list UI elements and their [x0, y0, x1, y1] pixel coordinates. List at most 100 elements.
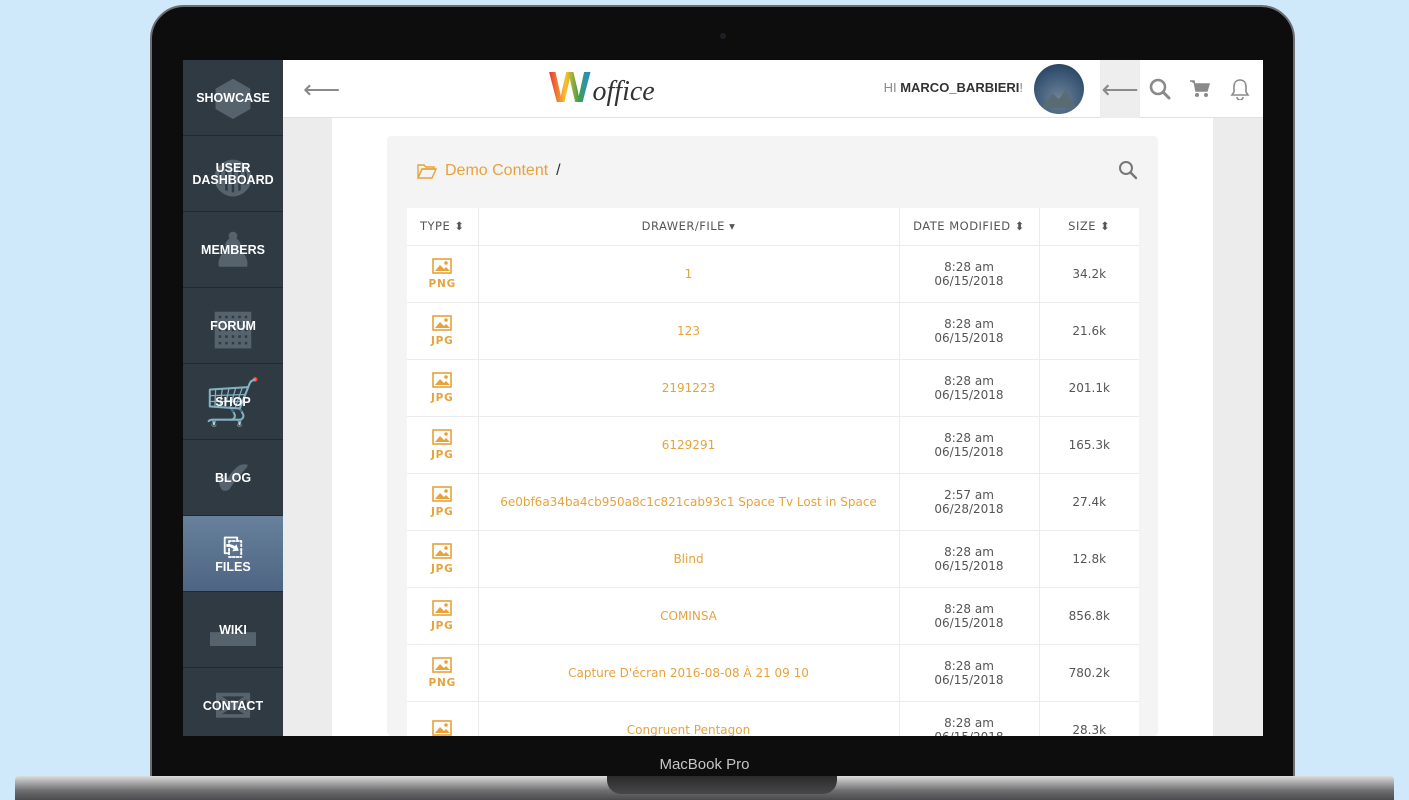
modified-date: 06/15/2018 — [934, 558, 1004, 573]
file-extension: JPG — [430, 505, 454, 518]
sidebar-item-blog[interactable]: ✔ BLOG — [183, 440, 283, 516]
modified-time: 8:28 am — [944, 601, 994, 616]
top-header: ⟵ W office HI MARCO_BARBIERI! ⟵ — [283, 60, 1263, 118]
screen: ⬢ SHOWCASE ◍ USER DASHBOARD ♟ MEMBERS ▦ FORUM 🛒 S… — [183, 60, 1263, 736]
table-row[interactable]: JPG 123 8:28 am 06/15/2018 21.6k — [407, 302, 1139, 360]
column-header-date-modified[interactable]: DATE MODIFIED ⬍ — [899, 208, 1040, 246]
logo-text: office — [592, 76, 655, 107]
cart-icon[interactable] — [1180, 60, 1220, 118]
sidebar-item-members[interactable]: ♟ MEMBERS — [183, 212, 283, 288]
column-header-type[interactable]: TYPE ⬍ — [407, 208, 479, 246]
modified-time: 8:28 am — [944, 316, 994, 331]
date-cell: 8:28 am06/15/2018 — [899, 530, 1040, 588]
type-cell: PNG — [407, 644, 479, 702]
camera-dot — [720, 33, 726, 39]
file-name-link[interactable]: 6e0bf6a34ba4cb950a8c1c821cab93c1 Space T… — [500, 495, 877, 509]
file-name-cell: Blind — [478, 530, 900, 588]
size-cell: 12.8k — [1039, 530, 1139, 588]
file-name-link[interactable]: 1 — [685, 267, 693, 281]
image-file-icon — [407, 314, 478, 335]
sidebar-item-label: FORUM — [210, 318, 256, 333]
type-cell — [407, 701, 479, 737]
column-header-drawer-file[interactable]: DRAWER/FILE ▾ — [478, 208, 900, 246]
file-name-link[interactable]: Congruent Pentagon — [627, 723, 750, 737]
file-extension: JPG — [430, 562, 454, 575]
sidebar-item-shop[interactable]: 🛒 SHOP — [183, 364, 283, 440]
image-file-icon — [407, 656, 478, 677]
greeting-suffix: ! — [1019, 80, 1023, 95]
logo[interactable]: W office — [549, 66, 655, 110]
type-cell: JPG — [407, 416, 479, 474]
table-header-row: TYPE ⬍ DRAWER/FILE ▾ DATE MODIFIED ⬍ SIZ… — [407, 208, 1139, 246]
column-header-size[interactable]: SIZE ⬍ — [1039, 208, 1139, 246]
file-name-link[interactable]: COMINSA — [660, 609, 717, 623]
image-file-icon — [407, 719, 478, 737]
image-file-icon — [407, 371, 478, 392]
modified-date: 06/15/2018 — [934, 444, 1004, 459]
sidebar-item-label: CONTACT — [202, 698, 264, 713]
image-file-icon — [407, 485, 478, 506]
table-row[interactable]: PNG Capture D'écran 2016-08-08 À 21 09 10… — [407, 644, 1139, 702]
file-name-cell: 2191223 — [478, 359, 900, 417]
sidebar-item-files[interactable]: ⎘ FILES — [183, 516, 283, 592]
modified-time: 8:28 am — [944, 544, 994, 559]
file-size: 201.1k — [1068, 380, 1110, 395]
file-size: 34.2k — [1072, 266, 1107, 281]
bell-icon[interactable] — [1220, 60, 1260, 118]
back-arrow-icon[interactable]: ⟵ — [1100, 60, 1140, 118]
breadcrumb-separator: / — [556, 162, 561, 179]
table-row[interactable]: Congruent Pentagon 8:28 am06/15/2018 28.3k — [407, 701, 1139, 736]
sidebar-item-label: MEMBERS — [201, 242, 265, 257]
sidebar-item-wiki[interactable]: ▬ WIKI — [183, 592, 283, 668]
type-cell: JPG — [407, 587, 479, 645]
file-size: 780.2k — [1068, 665, 1110, 680]
file-name-link[interactable]: Capture D'écran 2016-08-08 À 21 09 10 — [568, 666, 809, 680]
files-search-icon[interactable] — [1118, 160, 1138, 186]
modified-date: 06/15/2018 — [900, 730, 1039, 737]
table-row[interactable]: JPG 6e0bf6a34ba4cb950a8c1c821cab93c1 Spac… — [407, 473, 1139, 531]
size-cell: 201.1k — [1039, 359, 1139, 417]
image-file-icon — [407, 599, 478, 620]
file-name-link[interactable]: 6129291 — [662, 438, 715, 452]
sidebar-item-label: WIKI — [219, 622, 247, 637]
sidebar-item-forum[interactable]: ▦ FORUM — [183, 288, 283, 364]
date-cell: 8:28 am06/15/2018 — [899, 416, 1040, 474]
size-cell: 21.6k — [1039, 302, 1139, 360]
table-row[interactable]: JPG Blind 8:28 am 06/15/2018 12.8k — [407, 530, 1139, 588]
image-file-icon — [407, 257, 478, 278]
breadcrumb-folder[interactable]: Demo Content — [445, 162, 548, 180]
sidebar-item-showcase[interactable]: ⬢ SHOWCASE — [183, 60, 283, 136]
file-name-link[interactable]: 2191223 — [662, 381, 715, 395]
file-size: 12.8k — [1072, 551, 1107, 566]
search-icon[interactable] — [1140, 60, 1180, 118]
file-name-link[interactable]: 123 — [677, 324, 700, 338]
files-panel: Demo Content / TYPE ⬍ DRAWER/FILE ▾ DATE … — [387, 136, 1158, 736]
date-cell: 2:57 am 06/28/2018 — [899, 473, 1040, 531]
table-row[interactable]: PNG 1 8:28 am 06/15/2018 34.2k — [407, 245, 1139, 303]
file-extension: PNG — [428, 676, 456, 689]
table-row[interactable]: JPG COMINSA 8:28 am 06/15/2018 856.8k — [407, 587, 1139, 645]
size-cell: 165.3k — [1039, 416, 1139, 474]
table-row[interactable]: JPG 6129291 8:28 am 06/15/2018 165.3k — [407, 416, 1139, 474]
folder-open-icon — [417, 164, 437, 179]
file-name-link[interactable]: Blind — [673, 552, 703, 566]
modified-date: 06/15/2018 — [934, 273, 1004, 288]
date-cell: 8:28 am06/15/2018 — [899, 245, 1040, 303]
greeting-prefix: HI — [883, 80, 901, 95]
file-size: 856.8k — [1068, 608, 1110, 623]
username[interactable]: MARCO_BARBIERI — [900, 80, 1019, 95]
file-extension: JPG — [430, 334, 454, 347]
sidebar-item-contact[interactable]: ✉ CONTACT — [183, 668, 283, 736]
file-extension: PNG — [428, 277, 456, 290]
file-extension: JPG — [430, 391, 454, 404]
sidebar-item-user-dashboard[interactable]: ◍ USER DASHBOARD — [183, 136, 283, 212]
collapse-sidebar-arrow-icon[interactable]: ⟵ — [303, 74, 340, 105]
file-extension: JPG — [430, 448, 454, 461]
modified-time: 8:28 am — [944, 430, 994, 445]
type-cell: JPG — [407, 359, 479, 417]
type-cell: JPG — [407, 302, 479, 360]
avatar[interactable] — [1034, 64, 1084, 114]
table-row[interactable]: JPG 2191223 8:28 am 06/15/2018 201.1k — [407, 359, 1139, 417]
modified-time: 8:28 am — [944, 715, 994, 730]
file-name-cell: Capture D'écran 2016-08-08 À 21 09 10 — [478, 644, 900, 702]
